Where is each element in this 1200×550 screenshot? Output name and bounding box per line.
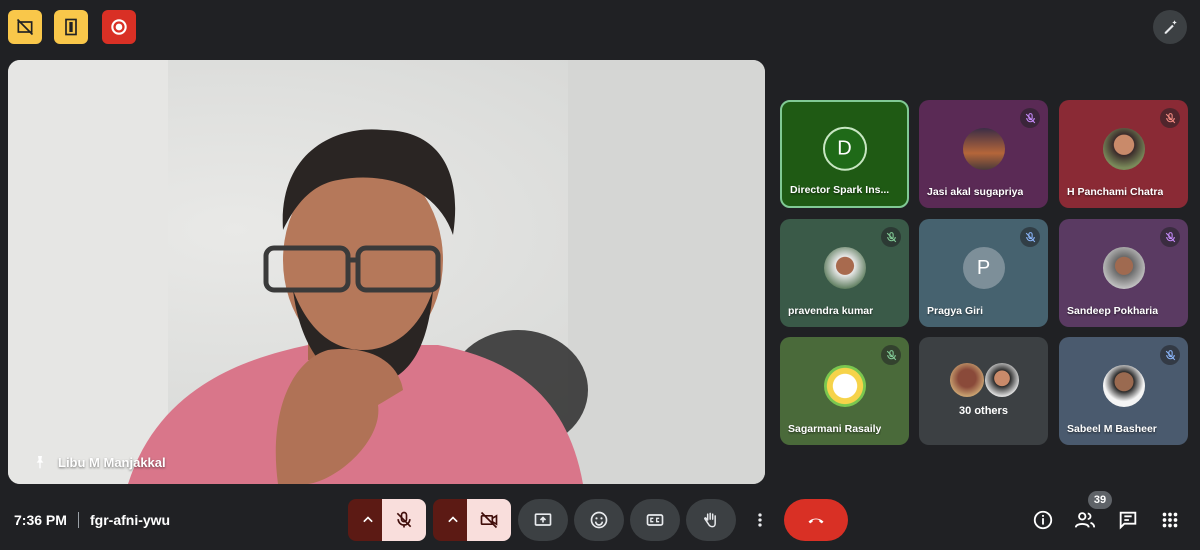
captions-icon (646, 514, 664, 526)
avatar (950, 363, 984, 397)
recording-indicator[interactable] (102, 10, 136, 44)
avatar (1102, 127, 1145, 170)
mic-off-icon (1020, 108, 1040, 128)
pin-icon[interactable] (32, 454, 48, 470)
record-icon (111, 19, 127, 35)
main-speaker-video[interactable]: Libu M Manjakkal (8, 60, 765, 484)
avatar: P (962, 246, 1005, 289)
no-recording-icon (16, 18, 34, 36)
others-count: 30 others (959, 405, 1008, 417)
chat-button[interactable] (1116, 508, 1140, 532)
mic-off-icon (1160, 345, 1180, 365)
raise-hand-icon (704, 512, 716, 528)
info-icon (1033, 510, 1053, 530)
participant-tile[interactable]: H Panchami Chatra (1059, 100, 1188, 208)
more-vert-icon (758, 513, 762, 527)
avatar (823, 364, 866, 407)
participant-name: Director Spark Ins... (790, 184, 890, 196)
present-icon (534, 513, 552, 526)
participant-tile[interactable]: Sandeep Pokharia (1059, 219, 1188, 327)
mic-off-icon (881, 345, 901, 365)
pen-sparkle-icon (1164, 20, 1177, 34)
mic-off-icon (1160, 108, 1180, 128)
avatar (1102, 246, 1145, 289)
participant-name: Jasi akal sugapriya (927, 186, 1024, 198)
camera-off-icon (480, 511, 498, 529)
end-call-button[interactable] (784, 499, 848, 541)
meeting-info-button[interactable] (1031, 508, 1055, 532)
mic-off-icon (1020, 227, 1040, 247)
speaker-name: Libu M Manjakkal (58, 454, 166, 470)
speaker-label: Libu M Manjakkal (32, 454, 166, 470)
people-icon (1074, 512, 1096, 528)
mic-off-icon (1160, 227, 1180, 247)
participant-tile[interactable]: P Pragya Giri (919, 219, 1048, 327)
participant-tile[interactable]: pravendra kumar (780, 219, 909, 327)
annotate-button[interactable] (1153, 10, 1187, 44)
present-button[interactable] (518, 499, 568, 541)
no-recording-indicator[interactable] (8, 10, 42, 44)
people-button[interactable] (1073, 508, 1097, 532)
others-tile[interactable]: 30 others (919, 337, 1048, 445)
people-count-badge: 39 (1088, 491, 1112, 509)
door-icon (65, 18, 77, 36)
divider (78, 512, 79, 528)
activities-button[interactable] (1158, 508, 1182, 532)
end-call-icon (808, 518, 824, 524)
participant-name: Pragya Giri (927, 305, 984, 317)
emoji-button[interactable] (574, 499, 624, 541)
camera-toggle-button[interactable] (467, 499, 511, 541)
speaker-video-image (8, 60, 765, 484)
chevron-up-icon (448, 516, 458, 523)
mic-off-icon (881, 227, 901, 247)
chevron-up-icon (363, 516, 373, 523)
chat-icon (1119, 511, 1137, 530)
avatar (823, 246, 866, 289)
captions-button[interactable] (630, 499, 680, 541)
raise-hand-button[interactable] (686, 499, 736, 541)
avatar (962, 127, 1005, 170)
apps-icon (1162, 512, 1178, 528)
avatar (985, 363, 1019, 397)
more-options-button[interactable] (744, 499, 776, 541)
participant-name: Sabeel M Basheer (1067, 423, 1157, 435)
avatar: D (822, 126, 867, 171)
participant-tile[interactable]: Sabeel M Basheer (1059, 337, 1188, 445)
participant-name: Sandeep Pokharia (1067, 305, 1159, 317)
participant-name: Sagarmani Rasaily (788, 423, 882, 435)
participant-tile[interactable]: Jasi akal sugapriya (919, 100, 1048, 208)
mic-toggle-button[interactable] (382, 499, 426, 541)
meeting-code: fgr-afni-ywu (90, 512, 171, 528)
host-controls-indicator[interactable] (54, 10, 88, 44)
emoji-icon (590, 511, 608, 529)
participant-name: H Panchami Chatra (1067, 186, 1164, 198)
mic-off-icon (396, 511, 412, 528)
avatar (1102, 364, 1145, 407)
participant-tile[interactable]: D Director Spark Ins... (780, 100, 909, 208)
participant-tile[interactable]: Sagarmani Rasaily (780, 337, 909, 445)
participant-name: pravendra kumar (788, 305, 874, 317)
meeting-time: 7:36 PM (14, 512, 67, 528)
